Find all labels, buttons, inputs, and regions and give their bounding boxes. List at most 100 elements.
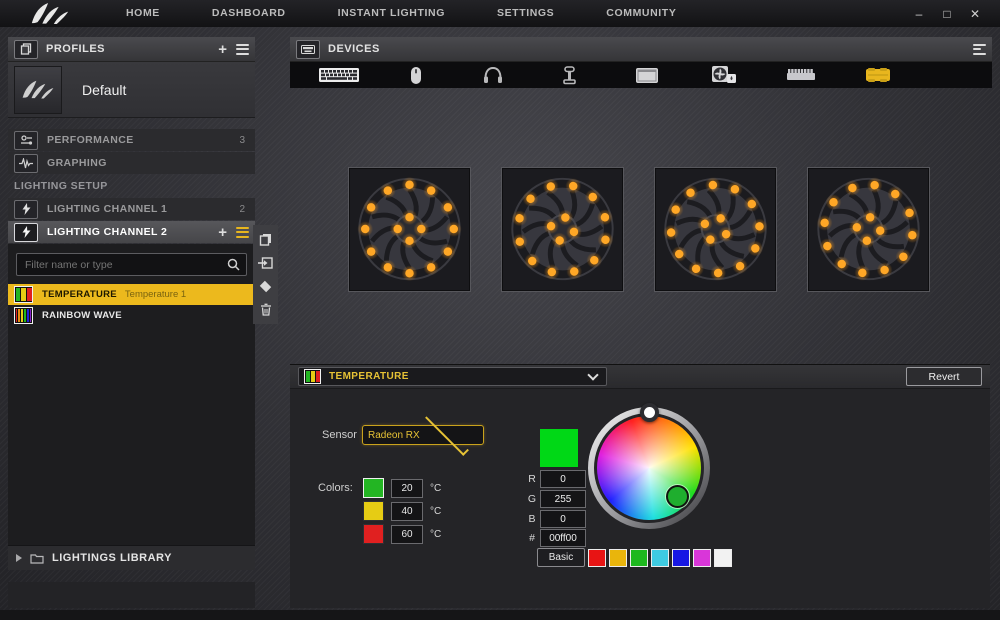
device-headset[interactable] [454,62,531,88]
palette-swatch-cyan[interactable] [651,549,669,567]
b-label: B [527,513,537,525]
sidebar-item-label: LIGHTING CHANNEL 1 [47,203,239,215]
device-lighting-node[interactable] [839,62,916,88]
effects-panel: TEMPERATURE Temperature 1 RAINBOW WAVE L… [8,244,255,570]
channel1-count-badge: 2 [239,204,245,215]
add-profile-button[interactable]: + [218,42,227,57]
fan-2[interactable] [501,167,624,292]
profiles-header: PROFILES + [8,37,255,62]
sensor-dropdown[interactable]: Radeon RX Vega T... [362,425,484,445]
red-field-row: R [527,470,586,488]
g-label: G [527,493,537,505]
palette-swatch-gold[interactable] [609,549,627,567]
profiles-title: PROFILES [46,43,218,55]
channel-menu-button[interactable] [236,224,249,240]
filter-input[interactable] [23,258,227,272]
diamond-icon[interactable] [257,278,274,295]
waveform-icon [14,154,38,173]
effect-item-temperature[interactable]: TEMPERATURE Temperature 1 [8,284,255,305]
green-input[interactable] [540,490,586,508]
power-supply-icon [635,66,659,85]
lightings-library-toggle[interactable]: LIGHTINGS LIBRARY [8,545,255,570]
stop-color-swatch[interactable] [363,501,384,521]
palette-swatch-magenta[interactable] [693,549,711,567]
device-keyboard[interactable] [300,62,377,88]
effect-type-dropdown[interactable]: TEMPERATURE [298,367,607,386]
r-label: R [527,473,537,485]
sidebar-item-graphing[interactable]: GRAPHING [8,152,255,174]
lightning-icon [14,200,38,219]
sensor-label: Sensor [322,429,357,441]
stop-temp-input[interactable] [391,502,423,521]
stop-temp-input[interactable] [391,479,423,498]
revert-button[interactable]: Revert [906,367,982,386]
current-color-swatch [540,429,578,467]
corsair-logo-icon [28,3,72,25]
nav-instant-lighting[interactable]: INSTANT LIGHTING [312,0,471,27]
unit-label: °C [430,483,441,494]
fan-1[interactable] [348,167,471,292]
blue-input[interactable] [540,510,586,528]
sidebar-item-label: GRAPHING [47,157,249,169]
unit-label: °C [430,506,441,517]
nav-dashboard[interactable]: DASHBOARD [186,0,312,27]
temp-stop-row-2: °C [363,501,441,521]
temperature-gradient-swatch [304,369,321,384]
profiles-icon [14,40,38,59]
performance-count-badge: 3 [239,135,245,146]
device-sort-icon[interactable] [973,41,986,57]
sidebar-item-lighting-channel-1[interactable]: LIGHTING CHANNEL 1 2 [8,198,255,220]
stop-temp-input[interactable] [391,525,423,544]
chevron-down-icon [425,412,469,456]
device-headset-stand[interactable] [531,62,608,88]
effect-item-rainbow-wave[interactable]: RAINBOW WAVE [8,305,255,326]
basic-mode-button[interactable]: Basic [537,548,585,567]
nav-home[interactable]: HOME [100,0,186,27]
devices-header: DEVICES [290,37,992,62]
liquid-cooler-icon [711,65,737,85]
add-lighting-effect-button[interactable]: + [218,225,227,240]
copy-icon[interactable] [257,231,274,248]
sidebar: PROFILES + Default PERFORMANCE 3 GRAPHIN… [8,37,255,570]
palette-swatch-blue[interactable] [672,549,690,567]
effect-tools [253,225,278,324]
effect-settings-panel: TEMPERATURE Revert Sensor Radeon RX Vega… [290,365,990,608]
profiles-menu-button[interactable] [236,41,249,57]
minimize-button[interactable]: – [912,7,926,21]
device-memory[interactable] [762,62,839,88]
sliders-icon [14,131,38,150]
effect-settings-header: TEMPERATURE Revert [290,365,990,389]
trash-icon[interactable] [257,301,274,318]
palette-swatch-red[interactable] [588,549,606,567]
brightness-knob[interactable] [640,403,659,422]
nav-community[interactable]: COMMUNITY [580,0,702,27]
fan-3[interactable] [654,167,777,292]
sensor-value: Radeon RX Vega T... [368,430,420,441]
profile-item-default[interactable]: Default [8,62,255,118]
sidebar-item-lighting-channel-2[interactable]: LIGHTING CHANNEL 2 + [8,221,255,243]
color-wheel[interactable] [586,405,712,531]
headset-icon [483,66,503,85]
profile-avatar [14,66,62,114]
maximize-button[interactable]: □ [940,7,954,21]
effects-list: TEMPERATURE Temperature 1 RAINBOW WAVE [8,284,255,326]
hex-input[interactable] [540,529,586,547]
fan-4[interactable] [807,167,930,292]
sidebar-item-performance[interactable]: PERFORMANCE 3 [8,129,255,151]
red-input[interactable] [540,470,586,488]
sidebar-item-label: PERFORMANCE [47,134,239,146]
effect-settings-body: Sensor Radeon RX Vega T... Colors: °C °C… [290,389,990,608]
device-mouse[interactable] [377,62,454,88]
device-liquid-cooler[interactable] [685,62,762,88]
import-icon[interactable] [257,254,274,271]
nav-settings[interactable]: SETTINGS [471,0,580,27]
stop-color-swatch[interactable] [363,478,384,498]
device-power-supply[interactable] [608,62,685,88]
main-nav: HOME DASHBOARD INSTANT LIGHTING SETTINGS… [100,0,702,27]
top-menu-bar: HOME DASHBOARD INSTANT LIGHTING SETTINGS… [0,0,1000,27]
palette-swatch-green[interactable] [630,549,648,567]
color-selector-handle[interactable] [666,485,689,508]
close-button[interactable]: ✕ [968,7,982,21]
stop-color-swatch[interactable] [363,524,384,544]
palette-swatch-white[interactable] [714,549,732,567]
